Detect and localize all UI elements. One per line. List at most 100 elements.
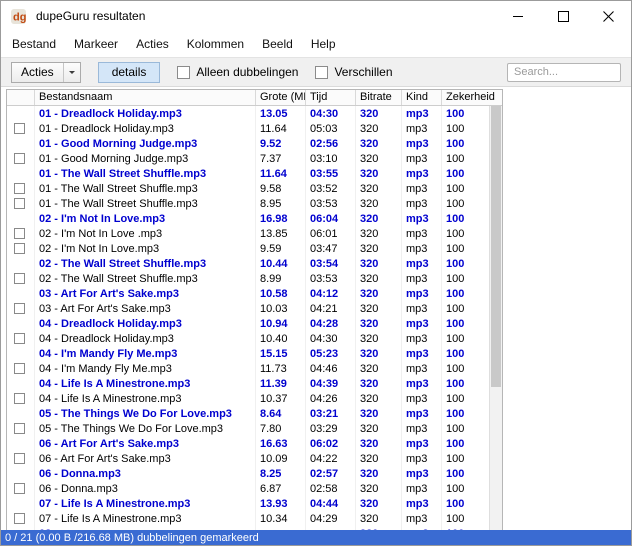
cell-filename: 04 - Life Is A Minestrone.mp3 — [35, 376, 256, 391]
table-row[interactable]: 05 - The Things We Do For Love.mp3 7.80 … — [7, 421, 489, 436]
cell-checkbox — [7, 316, 35, 331]
cell-time: 03:29 — [306, 421, 356, 436]
column-header-zekerheid[interactable]: Zekerheid — [442, 90, 502, 105]
table-row[interactable]: 02 - The Wall Street Shuffle.mp3 10.44 0… — [7, 256, 489, 271]
table-row[interactable]: 03 - Art For Art's Sake.mp3 10.03 04:21 … — [7, 301, 489, 316]
row-checkbox[interactable] — [14, 123, 25, 134]
column-header-bestandsnaam[interactable]: Bestandsnaam — [35, 90, 256, 105]
table-row[interactable]: 01 - The Wall Street Shuffle.mp3 11.64 0… — [7, 166, 489, 181]
table-row[interactable]: 07 - Life Is A Minestrone.mp3 10.34 04:2… — [7, 511, 489, 526]
row-checkbox[interactable] — [14, 363, 25, 374]
table-row[interactable]: 01 - Good Morning Judge.mp3 7.37 03:10 3… — [7, 151, 489, 166]
table-row[interactable]: 04 - Dreadlock Holiday.mp3 10.94 04:28 3… — [7, 316, 489, 331]
table-row[interactable]: 04 - Life Is A Minestrone.mp3 11.39 04:3… — [7, 376, 489, 391]
menu-item-beeld[interactable]: Beeld — [253, 32, 302, 56]
table-row[interactable]: 01 - The Wall Street Shuffle.mp3 9.58 03… — [7, 181, 489, 196]
table-row[interactable]: 01 - Good Morning Judge.mp3 9.52 02:56 3… — [7, 136, 489, 151]
column-header-kind[interactable]: Kind — [402, 90, 442, 105]
row-checkbox[interactable] — [14, 243, 25, 254]
cell-filename: 02 - The Wall Street Shuffle.mp3 — [35, 271, 256, 286]
column-header-grote[interactable]: Grote (MB — [256, 90, 306, 105]
cell-size: 9.58 — [256, 181, 306, 196]
cell-filename: 03 - Art For Art's Sake.mp3 — [35, 286, 256, 301]
table-row[interactable]: 01 - The Wall Street Shuffle.mp3 8.95 03… — [7, 196, 489, 211]
table-row[interactable]: 03 - Art For Art's Sake.mp3 10.58 04:12 … — [7, 286, 489, 301]
row-checkbox[interactable] — [14, 153, 25, 164]
cell-filename: 01 - Dreadlock Holiday.mp3 — [35, 106, 256, 121]
cell-filename: 01 - The Wall Street Shuffle.mp3 — [35, 166, 256, 181]
cell-time: 05:03 — [306, 121, 356, 136]
row-checkbox[interactable] — [14, 513, 25, 524]
maximize-button[interactable] — [541, 1, 586, 31]
cell-certainty: 100 — [442, 271, 489, 286]
cell-checkbox — [7, 106, 35, 121]
row-checkbox[interactable] — [14, 273, 25, 284]
row-checkbox[interactable] — [14, 228, 25, 239]
differences-checkbox[interactable]: Verschillen — [315, 65, 392, 79]
column-header-tijd[interactable]: Tijd — [306, 90, 356, 105]
cell-size: 16.63 — [256, 436, 306, 451]
menu-item-markeer[interactable]: Markeer — [65, 32, 127, 56]
table-row[interactable]: 01 - Dreadlock Holiday.mp3 11.64 05:03 3… — [7, 121, 489, 136]
row-checkbox[interactable] — [14, 483, 25, 494]
row-checkbox[interactable] — [14, 198, 25, 209]
row-checkbox[interactable] — [14, 303, 25, 314]
cell-checkbox — [7, 436, 35, 451]
table-row[interactable]: 02 - I'm Not In Love.mp3 16.98 06:04 320… — [7, 211, 489, 226]
cell-certainty: 100 — [442, 496, 489, 511]
cell-checkbox — [7, 136, 35, 151]
row-checkbox[interactable] — [14, 423, 25, 434]
table-row[interactable]: 02 - I'm Not In Love.mp3 9.59 03:47 320 … — [7, 241, 489, 256]
cell-checkbox — [7, 256, 35, 271]
table-row[interactable]: 02 - I'm Not In Love .mp3 13.85 06:01 32… — [7, 226, 489, 241]
cell-certainty: 100 — [442, 286, 489, 301]
table-row[interactable]: 06 - Donna.mp3 8.25 02:57 320 mp3 100 — [7, 466, 489, 481]
menu-item-help[interactable]: Help — [302, 32, 345, 56]
menu-item-acties[interactable]: Acties — [127, 32, 178, 56]
table-row[interactable]: 04 - Dreadlock Holiday.mp3 10.40 04:30 3… — [7, 331, 489, 346]
scrollbar-thumb[interactable] — [491, 106, 501, 387]
cell-bitrate: 320 — [356, 121, 402, 136]
status-bar: 0 / 21 (0.00 B /216.68 MB) dubbelingen g… — [1, 530, 631, 545]
cell-size: 13.93 — [256, 496, 306, 511]
column-header-bitrate[interactable]: Bitrate — [356, 90, 402, 105]
table-row[interactable]: 04 - I'm Mandy Fly Me.mp3 15.15 05:23 32… — [7, 346, 489, 361]
only-duplicates-checkbox[interactable]: Alleen dubbelingen — [177, 65, 298, 79]
cell-size: 13.85 — [256, 226, 306, 241]
details-button[interactable]: details — [98, 62, 161, 83]
cell-filename: 06 - Art For Art's Sake.mp3 — [35, 451, 256, 466]
table-row[interactable]: 06 - Art For Art's Sake.mp3 16.63 06:02 … — [7, 436, 489, 451]
menu-item-kolommen[interactable]: Kolommen — [178, 32, 253, 56]
table-row[interactable]: 06 - Art For Art's Sake.mp3 10.09 04:22 … — [7, 451, 489, 466]
search-input[interactable] — [507, 63, 621, 82]
minimize-button[interactable] — [496, 1, 541, 31]
cell-certainty: 100 — [442, 481, 489, 496]
cell-size: 9.59 — [256, 241, 306, 256]
menu-item-bestand[interactable]: Bestand — [3, 32, 65, 56]
row-checkbox[interactable] — [14, 453, 25, 464]
cell-certainty: 100 — [442, 451, 489, 466]
cell-kind: mp3 — [402, 256, 442, 271]
table-row[interactable]: 02 - The Wall Street Shuffle.mp3 8.99 03… — [7, 271, 489, 286]
table-row[interactable]: 04 - Life Is A Minestrone.mp3 10.37 04:2… — [7, 391, 489, 406]
checkbox-icon — [315, 66, 328, 79]
toolbar: Acties details Alleen dubbelingen Versch… — [1, 57, 631, 87]
cell-bitrate: 320 — [356, 241, 402, 256]
table-row[interactable]: 05 - The Things We Do For Love.mp3 8.64 … — [7, 406, 489, 421]
cell-bitrate: 320 — [356, 451, 402, 466]
cell-time: 04:26 — [306, 391, 356, 406]
cell-checkbox — [7, 151, 35, 166]
row-checkbox[interactable] — [14, 393, 25, 404]
cell-kind: mp3 — [402, 466, 442, 481]
row-checkbox[interactable] — [14, 333, 25, 344]
table-row[interactable]: 04 - I'm Mandy Fly Me.mp3 11.73 04:46 32… — [7, 361, 489, 376]
close-button[interactable] — [586, 1, 631, 31]
table-row[interactable]: 06 - Donna.mp3 6.87 02:58 320 mp3 100 — [7, 481, 489, 496]
table-row[interactable]: 01 - Dreadlock Holiday.mp3 13.05 04:30 3… — [7, 106, 489, 121]
table-row[interactable]: 07 - Life Is A Minestrone.mp3 13.93 04:4… — [7, 496, 489, 511]
cell-filename: 01 - The Wall Street Shuffle.mp3 — [35, 181, 256, 196]
row-checkbox[interactable] — [14, 183, 25, 194]
cell-bitrate: 320 — [356, 151, 402, 166]
vertical-scrollbar[interactable] — [489, 106, 502, 531]
actions-dropdown[interactable]: Acties — [11, 62, 81, 83]
